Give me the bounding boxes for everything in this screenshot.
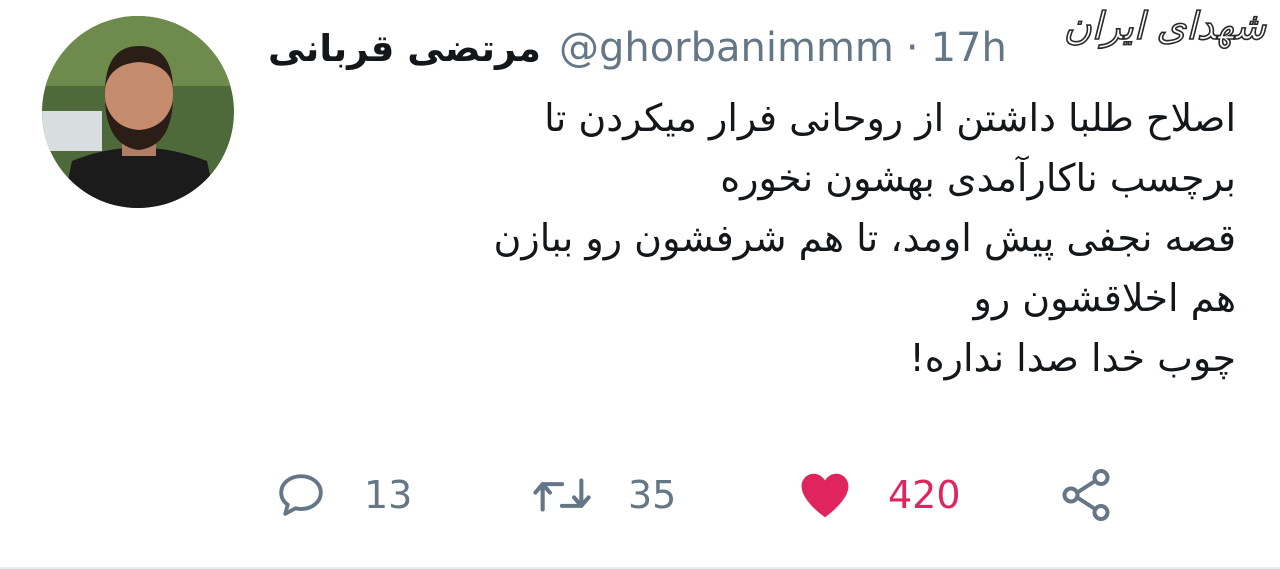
- tweet-actions: 13 35 420: [0, 462, 1280, 528]
- share-icon: [1056, 465, 1116, 525]
- tweet-text-line: برچسب ناکارآمدی بهشون نخوره: [720, 156, 1236, 200]
- reply-button[interactable]: 13: [272, 462, 412, 528]
- like-button[interactable]: 420: [796, 462, 961, 528]
- tweet-text: اصلاح طلبا داشتن از روحانی فرار میکردن ت…: [296, 88, 1236, 388]
- tweet-text-line: هم اخلاقشون رو: [973, 276, 1236, 320]
- like-count: 420: [888, 473, 961, 517]
- reply-icon: [272, 466, 330, 524]
- tweet-text-line: چوب خدا صدا نداره!: [909, 336, 1236, 380]
- avatar[interactable]: [42, 16, 234, 208]
- tweet-header: مرتضی قربانی @ghorbanimmm · 17h: [268, 20, 1007, 76]
- retweet-button[interactable]: 35: [530, 462, 676, 528]
- heart-icon: [796, 466, 854, 524]
- watermark-logo: شهدای ایران: [1063, 3, 1266, 49]
- avatar-image: [42, 16, 234, 208]
- user-handle[interactable]: @ghorbanimmm: [559, 25, 894, 71]
- display-name[interactable]: مرتضی قربانی: [268, 27, 541, 70]
- retweet-count: 35: [628, 473, 677, 517]
- retweet-icon: [530, 466, 594, 524]
- tweet-text-line: اصلاح طلبا داشتن از روحانی فرار میکردن ت…: [544, 96, 1236, 140]
- reply-count: 13: [364, 473, 413, 517]
- share-button[interactable]: [1056, 462, 1116, 528]
- tweet-text-line: قصه نجفی پیش اومد، تا هم شرفشون رو ببازن: [493, 216, 1236, 260]
- tweet-timestamp[interactable]: 17h: [931, 25, 1007, 71]
- header-separator: ·: [905, 25, 919, 71]
